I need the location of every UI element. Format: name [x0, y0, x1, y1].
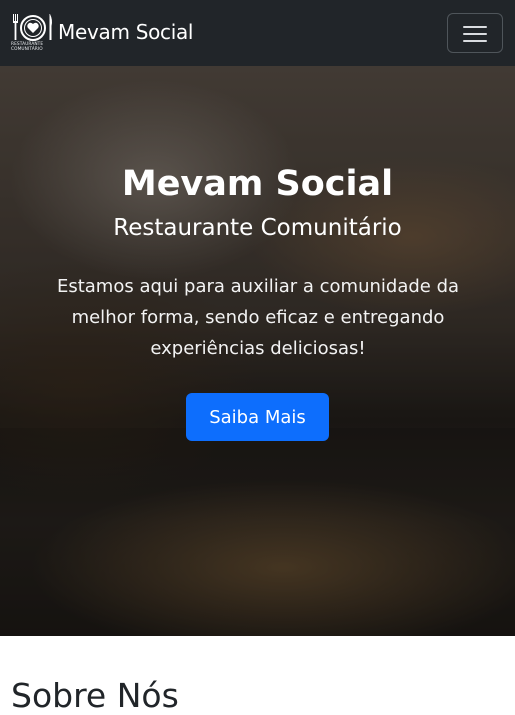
hamburger-menu-icon: [463, 33, 487, 35]
hero-title: Mevam Social: [121, 164, 394, 204]
hamburger-menu-icon: [463, 26, 487, 28]
hero-section: Mevam Social Restaurante Comunitário Est…: [0, 66, 515, 636]
hamburger-menu-icon: [463, 40, 487, 42]
logo: RESTAURANTE COMUNITÁRIO: [11, 12, 55, 54]
about-section-title: Sobre Nós: [11, 676, 179, 715]
navbar-toggler-button[interactable]: [447, 13, 503, 53]
navbar: RESTAURANTE COMUNITÁRIO Mevam Social: [0, 0, 515, 66]
hero-description: Estamos aqui para auxiliar a comunidade …: [56, 276, 460, 359]
hero-overlay: [0, 66, 515, 428]
saiba-mais-button[interactable]: Saiba Mais: [186, 393, 329, 441]
brand-name: Mevam Social: [58, 20, 194, 44]
plate-fork-knife-icon: [13, 14, 52, 41]
logo-text: RESTAURANTE COMUNITÁRIO: [11, 42, 44, 52]
brand-link[interactable]: RESTAURANTE COMUNITÁRIO Mevam Social: [11, 11, 194, 55]
hero-subtitle: Restaurante Comunitário: [113, 215, 402, 241]
hero-overlay-lower: [0, 428, 515, 636]
